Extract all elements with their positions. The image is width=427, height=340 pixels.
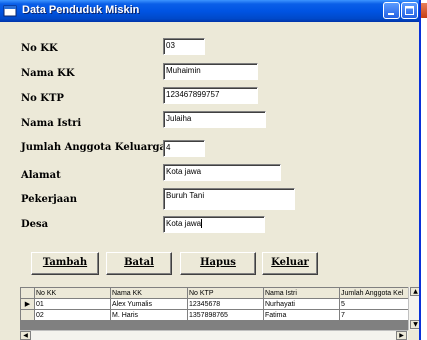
grid-cell[interactable]: 01 bbox=[34, 298, 111, 310]
scroll-right-icon[interactable]: ▶ bbox=[396, 331, 407, 340]
label-nama-istri: Nama Istri bbox=[21, 118, 82, 129]
text-caret bbox=[201, 219, 203, 229]
grid-row[interactable]: 02 M. Haris 1357898765 Fatima 7 bbox=[20, 309, 410, 321]
grid-row[interactable]: ▶ 01 Alex Yumalis 12345678 Nurhayati 5 bbox=[20, 298, 410, 310]
label-alamat: Alamat bbox=[21, 170, 61, 181]
label-no-ktp: No KTP bbox=[21, 93, 64, 104]
grid-cell[interactable]: Alex Yumalis bbox=[110, 298, 188, 310]
title-bar[interactable]: Data Penduduk Miskin bbox=[0, 0, 427, 22]
minimize-icon bbox=[388, 13, 394, 15]
grid-cell[interactable]: 12345678 bbox=[187, 298, 264, 310]
label-no-kk: No KK bbox=[21, 43, 58, 54]
hapus-button[interactable]: Hapus bbox=[180, 252, 256, 275]
scroll-left-icon[interactable]: ◀ bbox=[20, 331, 31, 340]
row-selector[interactable] bbox=[20, 309, 35, 321]
horizontal-scrollbar[interactable]: ◀ ▶ bbox=[20, 330, 408, 340]
minimize-button[interactable] bbox=[383, 2, 400, 19]
window-border bbox=[419, 0, 421, 340]
no-kk-field[interactable]: 03 bbox=[163, 38, 205, 55]
grid-cell[interactable]: Nurhayati bbox=[263, 298, 340, 310]
grid-table: No KK Nama KK No KTP Nama Istri Jumlah A… bbox=[20, 287, 410, 321]
desa-field[interactable]: Kota jawa bbox=[163, 216, 265, 233]
keluar-button[interactable]: Keluar bbox=[262, 252, 318, 275]
batal-button[interactable]: Batal bbox=[106, 252, 172, 275]
nama-kk-field[interactable]: Muhaimin bbox=[163, 63, 258, 80]
grid-cell[interactable]: 1357898765 bbox=[187, 309, 264, 321]
maximize-icon bbox=[405, 6, 414, 15]
grid-column-header[interactable]: Jumlah Anggota Kel bbox=[339, 287, 410, 299]
window-title: Data Penduduk Miskin bbox=[22, 4, 140, 16]
nama-istri-field[interactable]: Julaiha bbox=[163, 111, 266, 128]
grid-cell[interactable]: 02 bbox=[34, 309, 111, 321]
pekerjaan-field[interactable]: Buruh Tani bbox=[163, 188, 295, 210]
grid-column-header[interactable]: Nama KK bbox=[110, 287, 188, 299]
app-icon bbox=[3, 5, 17, 17]
no-ktp-field[interactable]: 123467899757 bbox=[163, 87, 258, 104]
data-grid[interactable]: No KK Nama KK No KTP Nama Istri Jumlah A… bbox=[20, 287, 421, 340]
label-desa: Desa bbox=[21, 219, 49, 230]
grid-column-header[interactable]: Nama Istri bbox=[263, 287, 340, 299]
grid-header-row: No KK Nama KK No KTP Nama Istri Jumlah A… bbox=[20, 287, 410, 299]
grid-cell[interactable]: 7 bbox=[339, 309, 410, 321]
grid-cell[interactable]: M. Haris bbox=[110, 309, 188, 321]
label-pekerjaan: Pekerjaan bbox=[21, 194, 78, 205]
jumlah-anggota-field[interactable]: 4 bbox=[163, 140, 205, 157]
desa-field-text: Kota jawa bbox=[166, 219, 202, 228]
alamat-field[interactable]: Kota jawa bbox=[163, 164, 281, 181]
tambah-button[interactable]: Tambah bbox=[31, 252, 99, 275]
grid-corner-cell bbox=[20, 287, 35, 299]
main-window: Data Penduduk Miskin No KK Nama KK No KT… bbox=[0, 0, 427, 340]
maximize-button[interactable] bbox=[401, 2, 418, 19]
grid-column-header[interactable]: No KK bbox=[34, 287, 111, 299]
current-row-marker-icon[interactable]: ▶ bbox=[20, 298, 35, 310]
label-nama-kk: Nama KK bbox=[21, 68, 75, 79]
grid-cell[interactable]: Fatima bbox=[263, 309, 340, 321]
grid-column-header[interactable]: No KTP bbox=[187, 287, 264, 299]
grid-cell[interactable]: 5 bbox=[339, 298, 410, 310]
label-jumlah-anggota: Jumlah Anggota Keluarga bbox=[21, 142, 166, 153]
